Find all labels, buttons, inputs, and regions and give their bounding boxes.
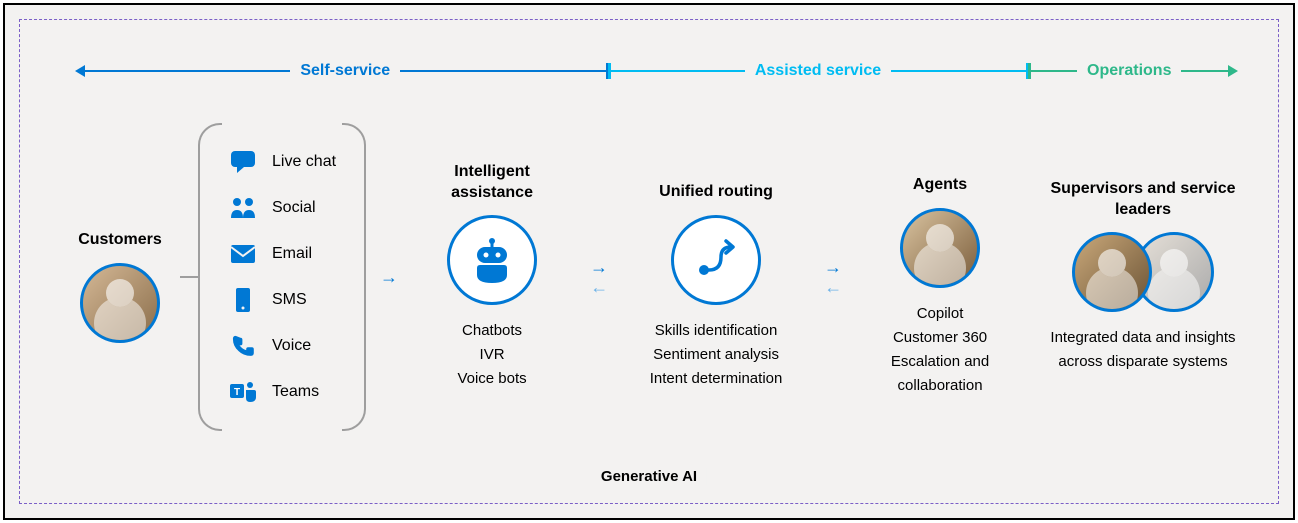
- routing-icon: [671, 215, 761, 305]
- timeline-label-assisted: Assisted service: [745, 62, 891, 80]
- feature-item: Copilot: [860, 302, 1020, 326]
- timeline-assisted-service: Assisted service: [608, 62, 1028, 80]
- feature-item: Intent determination: [650, 367, 783, 391]
- bidirectional-arrows: → →: [806, 258, 860, 296]
- channel-email: Email: [224, 231, 340, 277]
- feature-item: IVR: [457, 343, 526, 367]
- voice-icon: [228, 331, 258, 361]
- supervisors-avatars: [1072, 232, 1214, 312]
- arrow-channels-to-intelligent: →: [366, 268, 412, 286]
- supervisors-column: Supervisors and service leaders Integrat…: [1048, 179, 1238, 375]
- channel-label: Live chat: [272, 153, 336, 171]
- arrow-right-icon: →: [824, 258, 842, 276]
- intelligent-assistance-column: Intelligent assistance Chatbots IVR Voic…: [412, 162, 572, 392]
- supervisors-title: Supervisors and service leaders: [1048, 179, 1238, 221]
- bidirectional-arrows: → →: [572, 258, 626, 296]
- channel-live-chat: Live chat: [224, 139, 340, 185]
- diagram-content: Customers Live chat Social Email: [60, 100, 1238, 453]
- feature-item: Escalation and collaboration: [860, 350, 1020, 398]
- channel-label: Social: [272, 199, 316, 217]
- supervisor-avatar: [1072, 232, 1152, 312]
- intelligent-features: Chatbots IVR Voice bots: [457, 319, 526, 391]
- timeline-label-ops: Operations: [1077, 62, 1181, 80]
- customer-avatar: [80, 263, 160, 343]
- sms-icon: [228, 285, 258, 315]
- routing-features: Skills identification Sentiment analysis…: [650, 319, 783, 391]
- customers-column: Customers: [60, 211, 180, 343]
- chat-icon: [228, 147, 258, 177]
- channel-teams: T Teams: [224, 369, 340, 415]
- feature-item: Chatbots: [457, 319, 526, 343]
- customers-title: Customers: [78, 211, 162, 251]
- channel-label: Voice: [272, 337, 311, 355]
- arrow-right-icon: →: [590, 258, 608, 276]
- channel-label: Email: [272, 245, 312, 263]
- feature-item: Voice bots: [457, 367, 526, 391]
- channels-group: Live chat Social Email SMS Voice: [198, 123, 366, 431]
- agents-title: Agents: [913, 156, 967, 196]
- agents-features: Copilot Customer 360 Escalation and coll…: [860, 302, 1020, 398]
- agent-avatar: [900, 208, 980, 288]
- bot-icon: [447, 215, 537, 305]
- timeline-self-service: Self-service: [75, 62, 608, 80]
- agents-column: Agents Copilot Customer 360 Escalation a…: [860, 156, 1020, 398]
- email-icon: [228, 239, 258, 269]
- generative-ai-label: Generative AI: [591, 468, 707, 485]
- connector-customers-channels: [180, 276, 198, 278]
- unified-routing-column: Unified routing Skills identification Se…: [626, 163, 806, 391]
- svg-text:T: T: [234, 387, 240, 398]
- channel-label: SMS: [272, 291, 307, 309]
- timeline-label-self: Self-service: [290, 62, 400, 80]
- supervisors-features: Integrated data and insights across disp…: [1048, 326, 1238, 374]
- arrow-left-icon: →: [824, 278, 842, 296]
- generative-ai-boundary: Self-service Assisted service Operations: [19, 19, 1279, 504]
- channel-voice: Voice: [224, 323, 340, 369]
- intelligent-title: Intelligent assistance: [412, 162, 572, 204]
- diagram-frame: Self-service Assisted service Operations: [3, 3, 1295, 520]
- feature-item: Customer 360: [860, 326, 1020, 350]
- timeline-operations: Operations: [1028, 62, 1238, 80]
- channel-label: Teams: [272, 383, 319, 401]
- arrow-left-icon: →: [590, 278, 608, 296]
- channel-social: Social: [224, 185, 340, 231]
- service-timeline: Self-service Assisted service Operations: [75, 56, 1238, 86]
- routing-title: Unified routing: [659, 163, 773, 203]
- feature-item: Integrated data and insights across disp…: [1048, 326, 1238, 374]
- channel-sms: SMS: [224, 277, 340, 323]
- feature-item: Sentiment analysis: [650, 343, 783, 367]
- teams-icon: T: [228, 377, 258, 407]
- feature-item: Skills identification: [650, 319, 783, 343]
- social-icon: [228, 193, 258, 223]
